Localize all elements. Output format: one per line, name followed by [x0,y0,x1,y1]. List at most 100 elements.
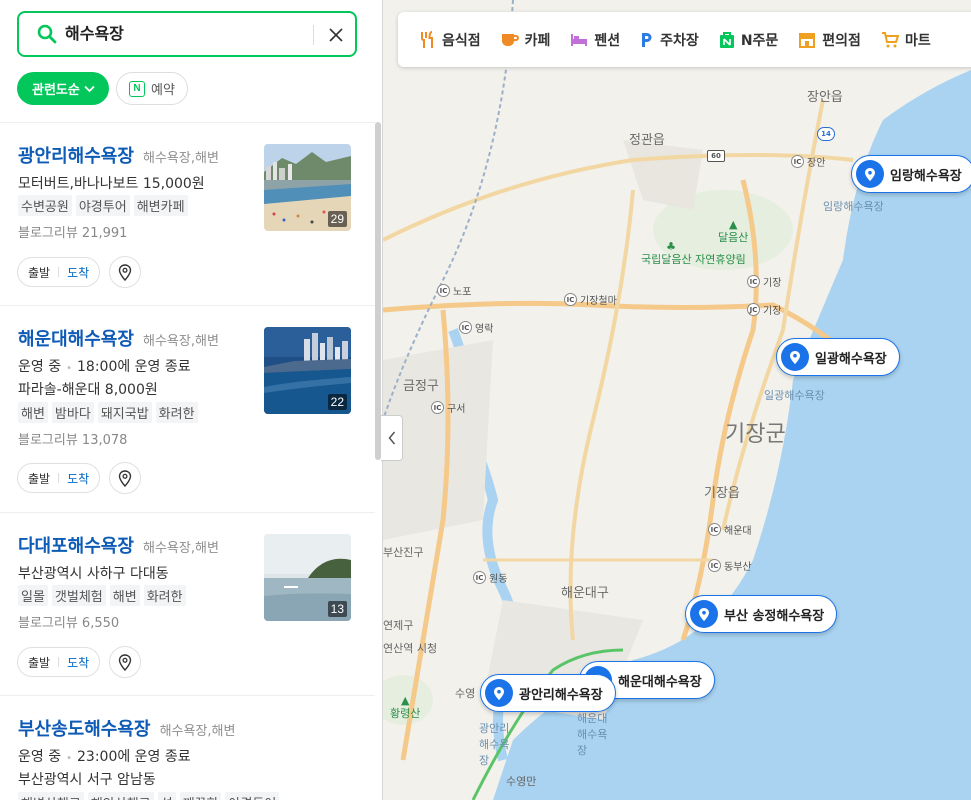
collapse-panel-button[interactable] [381,415,403,461]
tag: 일몰 [18,585,48,606]
tag: 밤바다 [51,402,94,423]
map-label-daldeum: 달음산 [718,231,749,244]
save-place-button[interactable] [109,462,141,494]
interchange: IC 장안 [791,154,825,169]
business-hours: 운영 중 • 23:00에 운영 종료 [18,746,191,766]
route-button[interactable]: 출발 도착 [17,463,101,493]
mountain-icon: ▲ [400,694,410,707]
place-title: 다대포해수욕장 해수욕장,해변 [18,532,219,558]
category-cafe[interactable]: 카페 [501,30,550,50]
junction: JC 기장 [747,302,781,317]
list-item[interactable]: 해운대해수욕장 해수욕장,해변 운영 중 • 18:00에 운영 종료 파라솔-해운… [0,305,375,512]
blog-review-count[interactable]: 블로그리뷰 13,078 [18,429,127,448]
highway-14-sign: 14 [817,127,835,141]
place-photo[interactable]: 13 [264,534,351,621]
place-category: 해수욕장,해변 [159,724,236,739]
category-mart[interactable]: 마트 [881,30,931,50]
address: 부산광역시 사하구 다대동 [18,566,169,582]
highway-60-sign: 60 [707,150,725,162]
tag: 깨끗한 [179,792,222,800]
map-marker[interactable]: 임랑해수욕장 [851,155,971,193]
route-start-label[interactable]: 출발 [28,470,50,487]
cart-icon [881,31,899,47]
price-info: 모터버트,바나나보트 15,000원 [18,176,205,192]
place-photo[interactable]: 29 [264,144,351,231]
route-button[interactable]: 출발 도착 [17,647,101,677]
route-end-label[interactable]: 도착 [67,654,89,671]
divider [313,25,314,45]
category-pension[interactable]: 펜션 [570,30,620,50]
route-end-label[interactable]: 도착 [67,470,89,487]
location-pin-icon [690,600,718,628]
route-button[interactable]: 출발 도착 [17,257,101,287]
location-pin-icon [781,343,809,371]
closing-time: 23:00에 운영 종료 [77,749,191,765]
forest-poi: ♣ 국립달음산 자연휴양림 [641,240,746,266]
beach-label: 일광해수욕장 [764,389,825,402]
blog-review-count[interactable]: 블로그리뷰 21,991 [18,222,127,241]
mountain-icon: ▲ [728,218,738,231]
closing-time: 18:00에 운영 종료 [77,359,191,375]
map-label-suyeong: 수영 [455,687,476,700]
store-icon [799,32,816,48]
map-label-yeonje: 연제구 [383,619,414,632]
blog-review-count[interactable]: 블로그리뷰 6,550 [18,612,119,631]
place-title: 해운대해수욕장 해수욕장,해변 [18,325,219,351]
category-n-order[interactable]: N주문 [719,30,778,50]
category-filter-bar: 음식점 카페 펜션 주차장 N주문 편의점 마트 [398,12,971,67]
search-box[interactable]: 해수욕장 [17,11,357,57]
map-label-suyeongman: 수영만 [506,775,537,788]
map-label-haeundae-gu: 해운대구 [561,586,609,601]
category-restaurant[interactable]: 음식점 [420,30,481,50]
save-place-button[interactable] [109,646,141,678]
address: 부산광역시 서구 암남동 [18,772,156,788]
save-place-button[interactable] [109,256,141,288]
place-category: 해수욕장,해변 [143,541,219,556]
tag: 해변 [109,585,140,606]
interchange: IC 동부산 [708,558,752,573]
list-item[interactable]: 다대포해수욕장 해수욕장,해변 부산광역시 사하구 다대동 일몰 갯벌체험 해변… [0,512,375,695]
search-input[interactable]: 해수욕장 [65,24,124,44]
category-parking[interactable]: 주차장 [640,30,699,50]
interchange: IC 해운대 [708,522,752,537]
tag: 수변공원 [18,195,72,216]
route-start-label[interactable]: 출발 [28,654,50,671]
map-view[interactable]: 장안읍 정관읍 기장읍 기장군 금정구 해운대구 연제구 부산진구 수영 연산역… [383,0,971,800]
separator-dot: • [66,363,72,374]
open-status: 운영 중 [18,359,62,375]
sort-dropdown-button[interactable]: 관련도순 [17,72,109,105]
place-name-link[interactable]: 다대포해수욕장 [18,536,134,557]
map-label-district: 기장군 [725,422,786,447]
place-category: 해수욕장,해변 [143,151,219,166]
coffee-cup-icon [501,33,519,46]
interchange: IC 노포 [437,283,471,298]
interchange: IC 영락 [459,320,493,335]
map-marker[interactable]: 광안리해수욕장 [480,674,616,712]
close-icon[interactable] [324,23,348,47]
route-end-label[interactable]: 도착 [67,264,89,281]
map-marker[interactable]: 부산 송정해수욕장 [685,595,838,633]
map-pin-icon [118,263,132,281]
place-name-link[interactable]: 광안리해수욕장 [18,146,134,167]
bed-icon [571,33,588,46]
divider [58,267,60,277]
reservation-filter-button[interactable]: N 예약 [116,72,188,105]
category-convenience[interactable]: 편의점 [798,30,861,50]
place-name-link[interactable]: 부산송도해수욕장 [18,719,150,740]
list-item[interactable]: 부산송도해수욕장 해수욕장,해변 운영 중 • 23:00에 운영 종료 부산광역시… [0,695,375,800]
place-name-link[interactable]: 해운대해수욕장 [18,329,134,350]
marker-label: 임랑해수욕장 [890,168,962,184]
map-label-cityhall: 연산역 시청 [383,642,438,655]
route-start-label[interactable]: 출발 [28,264,50,281]
map-label-hwangnyeong: 황령산 [390,707,421,720]
map-label-busanjin: 부산진구 [383,546,424,559]
search-icon [37,24,57,44]
scrollbar[interactable] [375,122,381,460]
list-item[interactable]: 광안리해수욕장 해수욕장,해변 모터버트,바나나보트 15,000원 수변공원 … [0,122,375,305]
map-marker[interactable]: 일광해수욕장 [776,338,900,376]
chevron-left-icon [388,431,395,445]
marker-label: 해운대해수욕장 [618,674,702,690]
place-photo[interactable]: 22 [264,327,351,414]
tag: 야경투어 [75,195,130,216]
interchange: IC 구서 [431,400,465,415]
